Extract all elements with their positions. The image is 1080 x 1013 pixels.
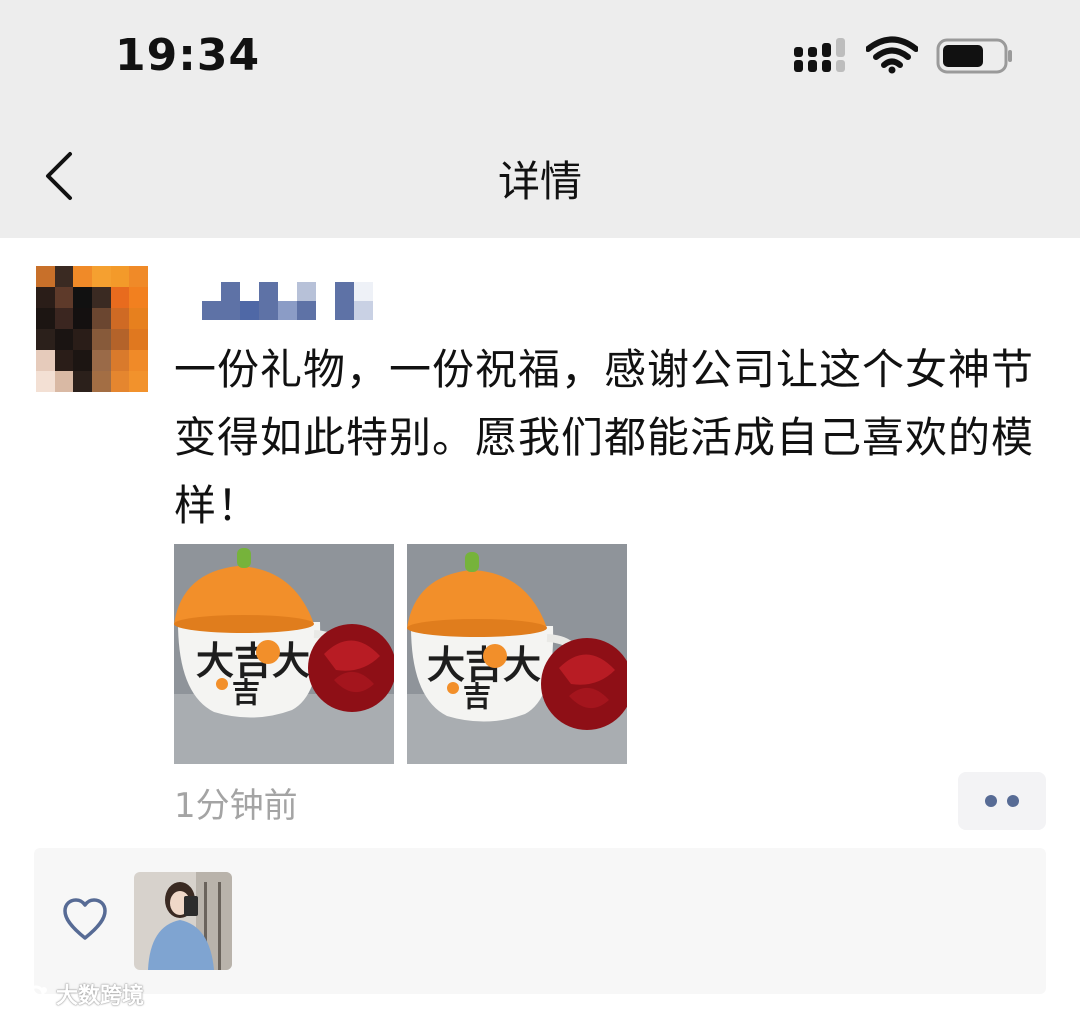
more-actions-button[interactable] [958, 772, 1046, 830]
author-name-pixelated[interactable] [202, 282, 392, 320]
watermark-logo-icon [12, 982, 47, 1006]
cellular-signal-icon [794, 38, 845, 72]
watermark-text: 大数跨境 [56, 984, 145, 1009]
post-text: 一份礼物，一份祝福，感谢公司让这个女神节变得如此特别。愿我们都能活成自己喜欢的模… [174, 345, 1035, 530]
mug-rose-image: 大吉大 吉 [407, 544, 627, 764]
dot-icon [1007, 795, 1019, 807]
battery-icon [936, 38, 1012, 74]
dot-icon [985, 795, 997, 807]
svg-text:吉: 吉 [463, 680, 491, 713]
post-photo[interactable]: 大吉大 吉 [174, 544, 394, 764]
svg-text:吉: 吉 [232, 676, 260, 709]
watermark: 大数跨境 [10, 978, 144, 1010]
status-time: 19:34 [115, 30, 261, 81]
author-avatar[interactable] [36, 266, 148, 392]
liker-photo [134, 872, 232, 970]
wifi-icon [866, 36, 918, 74]
mug-rose-image: 大吉大 吉 [174, 544, 394, 764]
post-timestamp: 1分钟前 [174, 786, 298, 826]
post-photo[interactable]: 大吉大 吉 [407, 544, 627, 764]
heart-outline-icon [63, 898, 107, 940]
page-title: 详情 [497, 157, 582, 206]
liker-avatar[interactable] [134, 872, 232, 970]
